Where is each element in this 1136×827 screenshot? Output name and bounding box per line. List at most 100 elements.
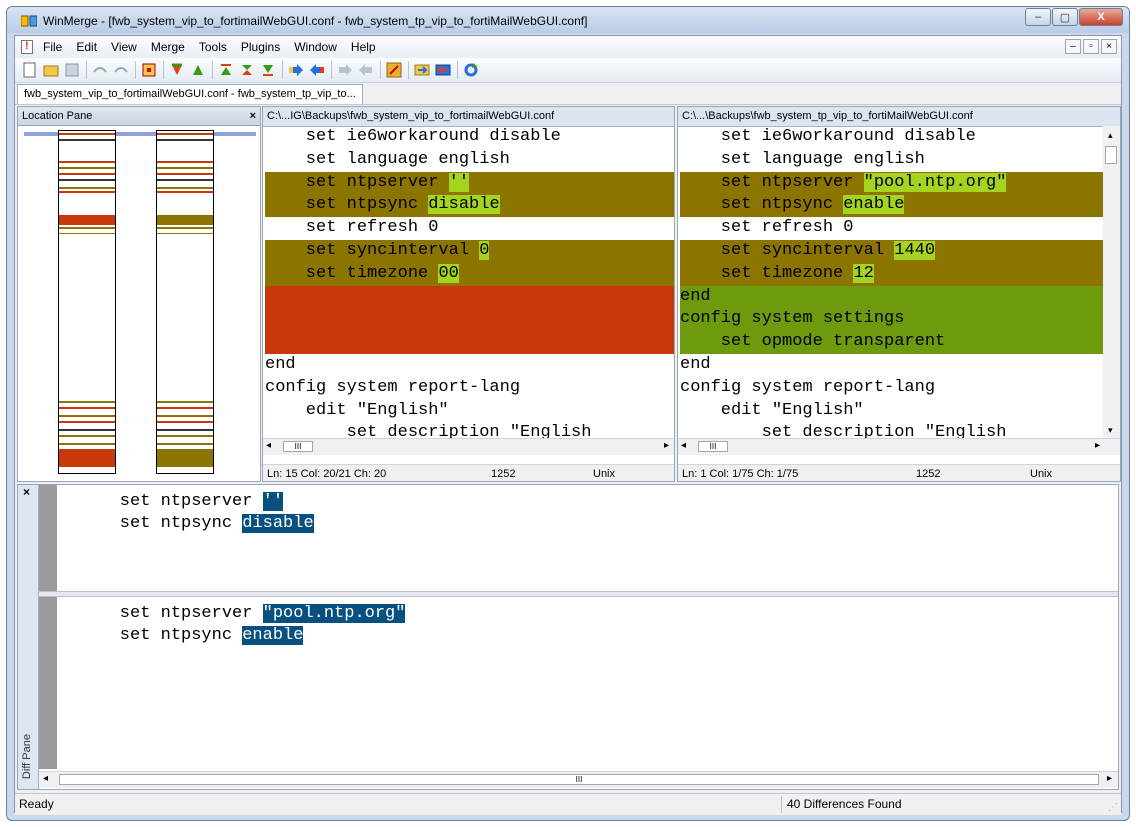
left-code-view[interactable]: set ie6workaround disable set language e…: [265, 126, 674, 438]
location-diff-marker[interactable]: [157, 401, 213, 403]
scroll-right-arrow-icon[interactable]: ▸: [1107, 773, 1112, 784]
location-diff-marker[interactable]: [59, 191, 115, 193]
diff-bottom-view[interactable]: set ntpserver "pool.ntp.org" set ntpsync…: [39, 597, 1118, 769]
next-diff-icon[interactable]: [168, 61, 186, 79]
scroll-left-arrow-icon[interactable]: ◂: [43, 773, 48, 784]
code-line[interactable]: set ntpserver '': [265, 171, 674, 195]
scroll-down-arrow-icon[interactable]: ▾: [1108, 425, 1113, 436]
left-horizontal-scrollbar[interactable]: ◂ III ▸: [263, 438, 674, 455]
code-line[interactable]: set language english: [265, 149, 674, 172]
merge-all-right-icon[interactable]: [413, 61, 431, 79]
prev-diff-icon[interactable]: [189, 61, 207, 79]
mdi-close-button[interactable]: ×: [1101, 39, 1117, 54]
menu-view[interactable]: View: [111, 40, 137, 54]
diff-scroll-thumb[interactable]: III: [59, 774, 1099, 785]
location-diff-marker[interactable]: [157, 139, 213, 141]
location-diff-marker[interactable]: [157, 179, 213, 181]
code-line[interactable]: set ntpsync disable: [265, 194, 674, 218]
copy-left-icon[interactable]: [308, 61, 326, 79]
location-diff-marker[interactable]: [157, 133, 213, 135]
scroll-left-arrow-icon[interactable]: ◂: [266, 440, 271, 451]
code-line[interactable]: set timezone 12: [680, 262, 1103, 286]
location-diff-marker[interactable]: [59, 139, 115, 141]
code-line[interactable]: set ie6workaround disable: [680, 126, 1103, 149]
scroll-right-arrow-icon[interactable]: ▸: [1095, 440, 1100, 451]
diff-line[interactable]: set ntpserver '': [79, 491, 314, 513]
code-line[interactable]: config system report-lang: [680, 377, 1103, 400]
diff-top-view[interactable]: set ntpserver '' set ntpsync disable: [39, 485, 1118, 591]
location-diff-marker[interactable]: [157, 227, 213, 229]
location-left-column[interactable]: [58, 130, 116, 474]
scroll-left-arrow-icon[interactable]: ◂: [681, 440, 686, 451]
open-folder-icon[interactable]: [42, 61, 60, 79]
close-button[interactable]: X: [1079, 8, 1123, 26]
location-diff-marker[interactable]: [157, 449, 213, 467]
code-line[interactable]: end: [680, 354, 1103, 377]
code-line[interactable]: edit "English": [265, 400, 674, 423]
location-diff-marker[interactable]: [59, 173, 115, 175]
code-line[interactable]: config system report-lang: [265, 377, 674, 400]
left-scroll-thumb[interactable]: III: [283, 441, 313, 452]
location-diff-marker[interactable]: [59, 421, 115, 423]
mdi-restore-button[interactable]: ▫: [1083, 39, 1099, 54]
scroll-up-arrow-icon[interactable]: ▴: [1108, 130, 1113, 141]
mdi-minimize-button[interactable]: –: [1065, 39, 1081, 54]
location-diff-marker[interactable]: [59, 415, 115, 417]
current-diff-icon[interactable]: [140, 61, 158, 79]
code-line[interactable]: set syncinterval 1440: [680, 239, 1103, 263]
location-diff-marker[interactable]: [59, 179, 115, 181]
code-line[interactable]: set opmode transparent: [680, 331, 1103, 354]
location-pane-map[interactable]: [18, 126, 260, 481]
location-diff-marker[interactable]: [157, 187, 213, 189]
location-diff-marker[interactable]: [157, 233, 213, 234]
menu-edit[interactable]: Edit: [76, 40, 97, 54]
code-line[interactable]: set description "English: [265, 422, 674, 438]
undo-icon[interactable]: [91, 61, 109, 79]
location-diff-marker[interactable]: [157, 429, 213, 431]
code-line[interactable]: set syncinterval 0: [265, 239, 674, 263]
menu-merge[interactable]: Merge: [151, 40, 185, 54]
code-line[interactable]: set timezone 00: [265, 262, 674, 286]
diff-horizontal-scrollbar[interactable]: ◂ III ▸: [39, 771, 1118, 788]
location-diff-marker[interactable]: [157, 415, 213, 417]
location-diff-marker[interactable]: [59, 407, 115, 409]
location-diff-marker[interactable]: [59, 227, 115, 229]
code-line[interactable]: config system settings: [680, 308, 1103, 332]
location-diff-marker[interactable]: [59, 401, 115, 403]
diff-line[interactable]: set ntpsync enable: [79, 625, 405, 647]
menu-window[interactable]: Window: [294, 40, 337, 54]
last-diff-icon[interactable]: [259, 61, 277, 79]
location-diff-marker[interactable]: [59, 187, 115, 189]
merge-all-left-icon[interactable]: [434, 61, 452, 79]
new-file-icon[interactable]: [21, 61, 39, 79]
location-diff-marker[interactable]: [157, 173, 213, 175]
location-diff-marker[interactable]: [157, 215, 213, 225]
code-line[interactable]: set language english: [680, 149, 1103, 172]
location-diff-marker[interactable]: [157, 191, 213, 193]
right-vertical-scrollbar[interactable]: ▴ ▾: [1103, 126, 1120, 438]
location-pane-close-icon[interactable]: ×: [250, 107, 256, 125]
location-diff-marker[interactable]: [157, 443, 213, 445]
current-diff-goto-icon[interactable]: [238, 61, 256, 79]
right-scroll-thumb[interactable]: III: [698, 441, 728, 452]
location-diff-marker[interactable]: [59, 161, 115, 163]
location-diff-marker[interactable]: [157, 167, 213, 169]
menu-plugins[interactable]: Plugins: [241, 40, 280, 54]
code-line[interactable]: set refresh 0: [680, 217, 1103, 240]
code-line[interactable]: [265, 308, 674, 332]
code-line[interactable]: end: [680, 285, 1103, 309]
location-diff-marker[interactable]: [59, 429, 115, 431]
location-diff-marker[interactable]: [59, 233, 115, 234]
copy-left-advance-icon[interactable]: [357, 61, 375, 79]
location-right-column[interactable]: [156, 130, 214, 474]
menu-file[interactable]: File: [43, 40, 62, 54]
code-line[interactable]: set refresh 0: [265, 217, 674, 240]
right-code-view[interactable]: set ie6workaround disable set language e…: [680, 126, 1103, 438]
tab-comparison[interactable]: fwb_system_vip_to_fortimailWebGUI.conf -…: [17, 84, 363, 104]
location-diff-marker[interactable]: [59, 215, 115, 225]
redo-icon[interactable]: [112, 61, 130, 79]
first-diff-icon[interactable]: [217, 61, 235, 79]
code-line[interactable]: edit "English": [680, 400, 1103, 423]
right-vscroll-thumb[interactable]: [1105, 146, 1117, 164]
copy-right-advance-icon[interactable]: [336, 61, 354, 79]
